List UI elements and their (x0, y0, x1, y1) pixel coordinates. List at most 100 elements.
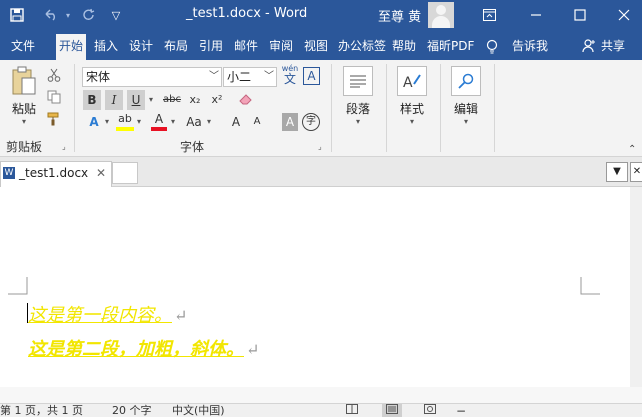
change-case-button[interactable]: Aa (184, 112, 204, 132)
font-color-dropdown-icon[interactable]: ▾ (168, 112, 178, 132)
tab-foxit-pdf[interactable]: 福昕PDF (424, 34, 477, 60)
editing-button[interactable]: 编辑 ▾ (446, 66, 486, 126)
close-icon[interactable] (612, 0, 636, 30)
share-button[interactable]: 共享 (598, 34, 628, 60)
tab-home[interactable]: 开始 (56, 34, 87, 60)
font-size-combo[interactable]: 小二 ﹀ (223, 67, 277, 87)
tab-layout[interactable]: 布局 (161, 34, 191, 60)
bold-button[interactable]: B (83, 90, 101, 110)
undo-icon[interactable] (40, 0, 62, 30)
zoom-out-button[interactable]: − (456, 404, 466, 417)
tell-me-search[interactable]: 告诉我 (509, 34, 551, 60)
paragraph-1-text: 这是第一段内容。 (28, 305, 172, 326)
clipboard-launcher-icon[interactable]: ⌟ (62, 142, 66, 151)
styles-icon: A (397, 66, 427, 96)
margin-corner-mark (8, 277, 28, 295)
paragraph-2[interactable]: 这是第二段，加粗，斜体。 ↵ (28, 335, 259, 361)
chevron-down-icon: ▾ (409, 117, 414, 126)
font-color-button[interactable]: A (151, 111, 167, 131)
separator (386, 64, 387, 152)
collapse-ribbon-icon[interactable]: ⌃ (628, 144, 636, 155)
paragraph-mark: ↵ (246, 340, 260, 359)
save-icon[interactable] (6, 0, 28, 30)
maximize-icon[interactable] (568, 0, 592, 30)
separator (494, 64, 495, 152)
undo-dropdown-icon[interactable]: ▾ (62, 0, 74, 30)
phonetic-char: 文 (283, 72, 296, 86)
redo-icon[interactable] (78, 0, 100, 30)
subscript-button[interactable]: x₂ (186, 90, 204, 110)
chevron-down-icon[interactable]: ﹀ (209, 68, 219, 86)
tab-review[interactable]: 审阅 (266, 34, 296, 60)
styles-label: 样式 (399, 102, 424, 116)
change-case-dropdown-icon[interactable]: ▾ (204, 112, 214, 132)
phonetic-guide-button[interactable]: wén 文 (281, 64, 299, 86)
underline-dropdown-icon[interactable]: ▾ (146, 90, 156, 110)
font-launcher-icon[interactable]: ⌟ (318, 142, 322, 151)
ribbon-tabs: 文件 开始 插入 设计 布局 引用 邮件 审阅 视图 办公标签 帮助 福昕PDF… (0, 30, 642, 60)
shrink-font-button[interactable]: A (250, 112, 264, 132)
font-name-combo[interactable]: 宋体 ﹀ (82, 67, 222, 87)
italic-button[interactable]: I (105, 90, 123, 110)
clear-formatting-button[interactable]: A (303, 67, 320, 85)
highlight-dropdown-icon[interactable]: ▾ (134, 112, 144, 132)
eraser-icon[interactable] (238, 92, 254, 109)
enclose-characters-button[interactable]: 字 (302, 113, 320, 131)
tab-office-tab[interactable]: 办公标签 (335, 34, 389, 60)
language-indicator[interactable]: 中文(中国) (172, 404, 225, 417)
close-all-tabs-icon[interactable]: ✕ (630, 162, 642, 182)
minimize-icon[interactable] (524, 0, 548, 30)
strikethrough-button[interactable]: abc (160, 90, 184, 110)
tab-design[interactable]: 设计 (126, 34, 156, 60)
font-name-value: 宋体 (86, 70, 111, 84)
word-count[interactable]: 20 个字 (112, 404, 152, 417)
tab-help[interactable]: 帮助 (389, 34, 419, 60)
customize-quick-access-icon[interactable]: ▽ (108, 0, 124, 30)
tab-insert[interactable]: 插入 (91, 34, 121, 60)
highlight-button[interactable]: ab (116, 111, 134, 131)
clipboard-group-label: 剪贴板 (6, 140, 43, 154)
page-count[interactable]: 第 1 页，共 1 页 (0, 404, 83, 417)
paragraph-1[interactable]: 这是第一段内容。 ↵ (28, 301, 187, 327)
styles-button[interactable]: A 样式 ▾ (392, 66, 432, 126)
tab-list-dropdown-icon[interactable]: ▼ (606, 162, 628, 182)
paragraph-label: 段落 (345, 102, 370, 116)
text-effects-button[interactable]: A (86, 112, 102, 132)
web-layout-icon[interactable] (424, 404, 436, 417)
tab-mailings[interactable]: 邮件 (231, 34, 261, 60)
paragraph-button[interactable]: 段落 ▾ (338, 66, 378, 126)
chevron-down-icon[interactable]: ﹀ (264, 68, 274, 86)
paste-label: 粘贴 (11, 102, 36, 116)
close-tab-icon[interactable]: ✕ (96, 162, 106, 184)
character-shading-button[interactable]: A (282, 113, 298, 131)
document-canvas[interactable]: 这是第一段内容。 ↵ 这是第二段，加粗，斜体。 ↵ (0, 187, 642, 387)
paste-icon (12, 66, 36, 95)
separator (74, 64, 75, 152)
read-mode-icon[interactable] (346, 404, 358, 417)
print-layout-icon[interactable] (382, 404, 402, 417)
word-file-icon: W (3, 167, 15, 179)
font-size-value: 小二 (227, 70, 252, 84)
text-effects-dropdown-icon[interactable]: ▾ (102, 112, 112, 132)
tab-view[interactable]: 视图 (301, 34, 331, 60)
vertical-scrollbar[interactable] (630, 187, 642, 387)
separator (331, 64, 332, 152)
paste-button[interactable]: 粘贴 ▾ (6, 66, 42, 126)
tab-file[interactable]: 文件 (8, 34, 38, 60)
window-title: _test1.docx - Word (186, 6, 308, 21)
avatar[interactable] (428, 2, 454, 28)
chevron-down-icon: ▾ (355, 117, 360, 126)
document-tab[interactable]: W _test1.docx ✕ (0, 161, 112, 187)
new-tab-button[interactable] (112, 162, 138, 184)
share-person-icon (582, 34, 596, 60)
copy-icon[interactable] (47, 90, 61, 107)
ribbon-display-options-icon[interactable] (478, 0, 500, 30)
tab-references[interactable]: 引用 (196, 34, 226, 60)
paste-dropdown-icon[interactable]: ▾ (6, 117, 42, 126)
underline-button[interactable]: U (127, 90, 145, 110)
user-name[interactable]: 至尊 黄 (378, 6, 421, 25)
format-painter-icon[interactable] (47, 112, 61, 129)
cut-icon[interactable] (47, 68, 61, 85)
grow-font-button[interactable]: A (229, 112, 243, 132)
superscript-button[interactable]: x² (208, 90, 226, 110)
